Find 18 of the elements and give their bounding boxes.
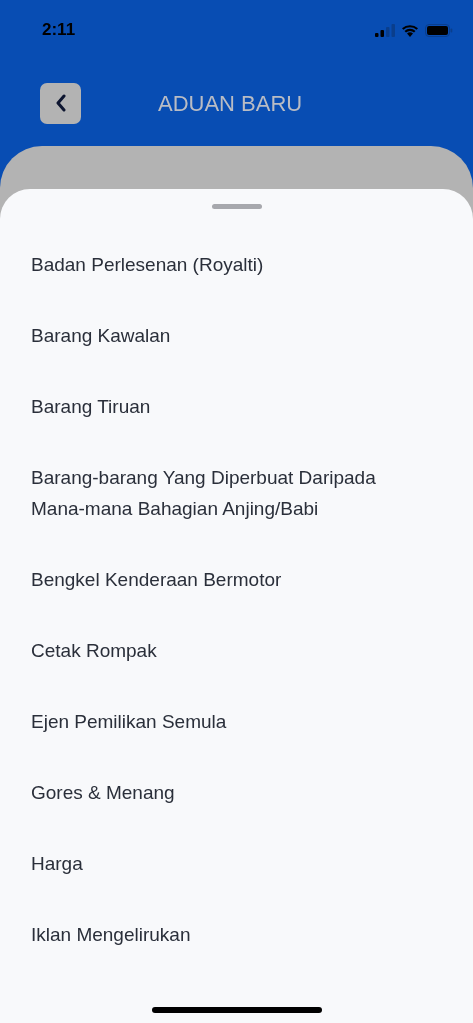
list-option[interactable]: Barang Tiruan xyxy=(31,391,161,422)
screen-title: ADUAN BARU xyxy=(158,89,303,118)
wifi-icon xyxy=(401,23,419,37)
drag-handle[interactable] xyxy=(211,204,262,209)
list-option[interactable]: Ejen Pemilikan Semula xyxy=(31,706,237,737)
back-button[interactable] xyxy=(40,82,81,124)
status-time: 2:11 xyxy=(42,19,76,42)
battery-icon xyxy=(425,23,453,37)
list-option[interactable]: Badan Perlesenan (Royalti) xyxy=(31,249,274,280)
list-option[interactable]: Harga xyxy=(31,848,93,879)
list-option[interactable]: Barang Kawalan xyxy=(31,320,181,351)
list-option[interactable]: Barang-barang Yang Diperbuat Daripada Mana-mana Bahagian Anjing/Babi xyxy=(31,462,442,524)
list-option[interactable]: Cetak Rompak xyxy=(31,635,167,666)
list-option[interactable]: Bengkel Kenderaan Bermotor xyxy=(31,564,292,595)
list-option[interactable]: Gores & Menang xyxy=(31,777,185,808)
chevron-left-icon xyxy=(54,94,67,112)
signal-icon xyxy=(375,23,395,37)
list-option[interactable]: Iklan Mengelirukan xyxy=(31,919,201,950)
